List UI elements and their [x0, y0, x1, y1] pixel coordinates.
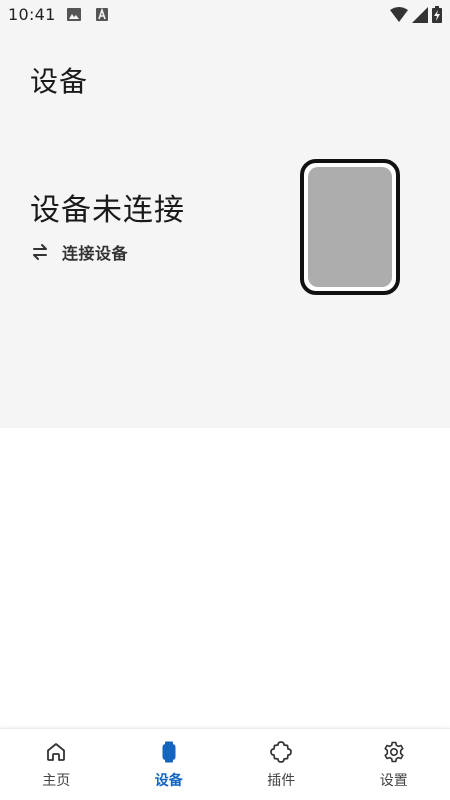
image-icon [67, 8, 81, 21]
watch-image [300, 159, 400, 295]
device-status-text: 设备未连接 [30, 193, 185, 228]
a-badge-icon [96, 8, 108, 21]
status-time: 10:41 [8, 5, 56, 24]
watch-icon [162, 741, 176, 763]
device-screen: 10:41 设备 设备未连接 连接设备 主页 设备 插件 设置 [0, 0, 450, 800]
wifi-icon [390, 6, 408, 22]
connect-device-button[interactable]: 连接设备 [30, 240, 128, 264]
swap-arrows-icon [33, 244, 47, 260]
nav-item-plugins[interactable]: 插件 [225, 729, 338, 800]
page-title: 设备 [30, 65, 89, 98]
nav-item-device[interactable]: 设备 [113, 729, 226, 800]
nav-label-device: 设备 [154, 773, 183, 789]
nav-item-home[interactable]: 主页 [0, 729, 113, 800]
gear-icon [384, 741, 404, 763]
device-panel: 设备 设备未连接 连接设备 [0, 30, 450, 428]
nav-item-settings[interactable]: 设置 [338, 729, 450, 800]
nav-label-settings: 设置 [379, 773, 408, 789]
nav-label-home: 主页 [42, 773, 71, 789]
watch-screen [308, 167, 392, 287]
status-bar: 10:41 [0, 0, 450, 30]
nav-label-plugins: 插件 [267, 773, 296, 789]
connect-device-label: 连接设备 [62, 244, 129, 263]
puzzle-icon [270, 741, 293, 763]
bottom-navigation: 主页 设备 插件 设置 [0, 728, 450, 800]
battery-charging-icon [432, 6, 442, 23]
status-indicators [390, 6, 442, 23]
home-icon [47, 743, 66, 761]
signal-icon [412, 6, 428, 23]
